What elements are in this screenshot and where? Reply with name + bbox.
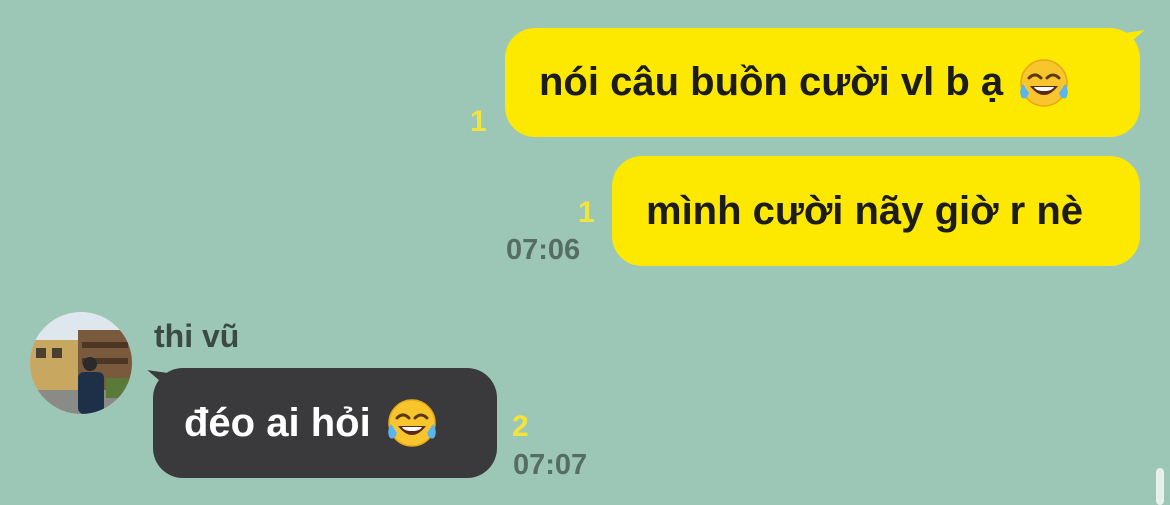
unread-count: 1 [578,196,595,229]
outgoing-message-bubble[interactable]: nói câu buồn cười vl b ạ [505,28,1140,137]
sender-name: thi vũ [154,318,240,354]
unread-count: 2 [512,410,529,443]
message-text: nói câu buồn cười vl b ạ [539,60,1004,104]
message-timestamp: 07:07 [513,449,588,481]
tears-of-joy-emoji-icon [385,396,439,450]
scrollbar[interactable] [1156,468,1164,505]
chat-thread[interactable]: 1 nói câu buồn cười vl b ạ 1 07:06 mình … [0,0,1170,505]
avatar-photo-icon [30,312,132,414]
outgoing-message-bubble[interactable]: mình cười nãy giờ r nè [612,156,1140,266]
message-timestamp: 07:06 [506,234,581,266]
message-text: đéo ai hỏi [184,400,371,445]
tears-of-joy-emoji-icon [1017,56,1071,110]
incoming-message-bubble[interactable]: đéo ai hỏi [153,368,497,478]
unread-count: 1 [470,105,487,138]
sender-avatar[interactable] [30,312,132,414]
message-text: mình cười nãy giờ r nè [646,188,1084,233]
